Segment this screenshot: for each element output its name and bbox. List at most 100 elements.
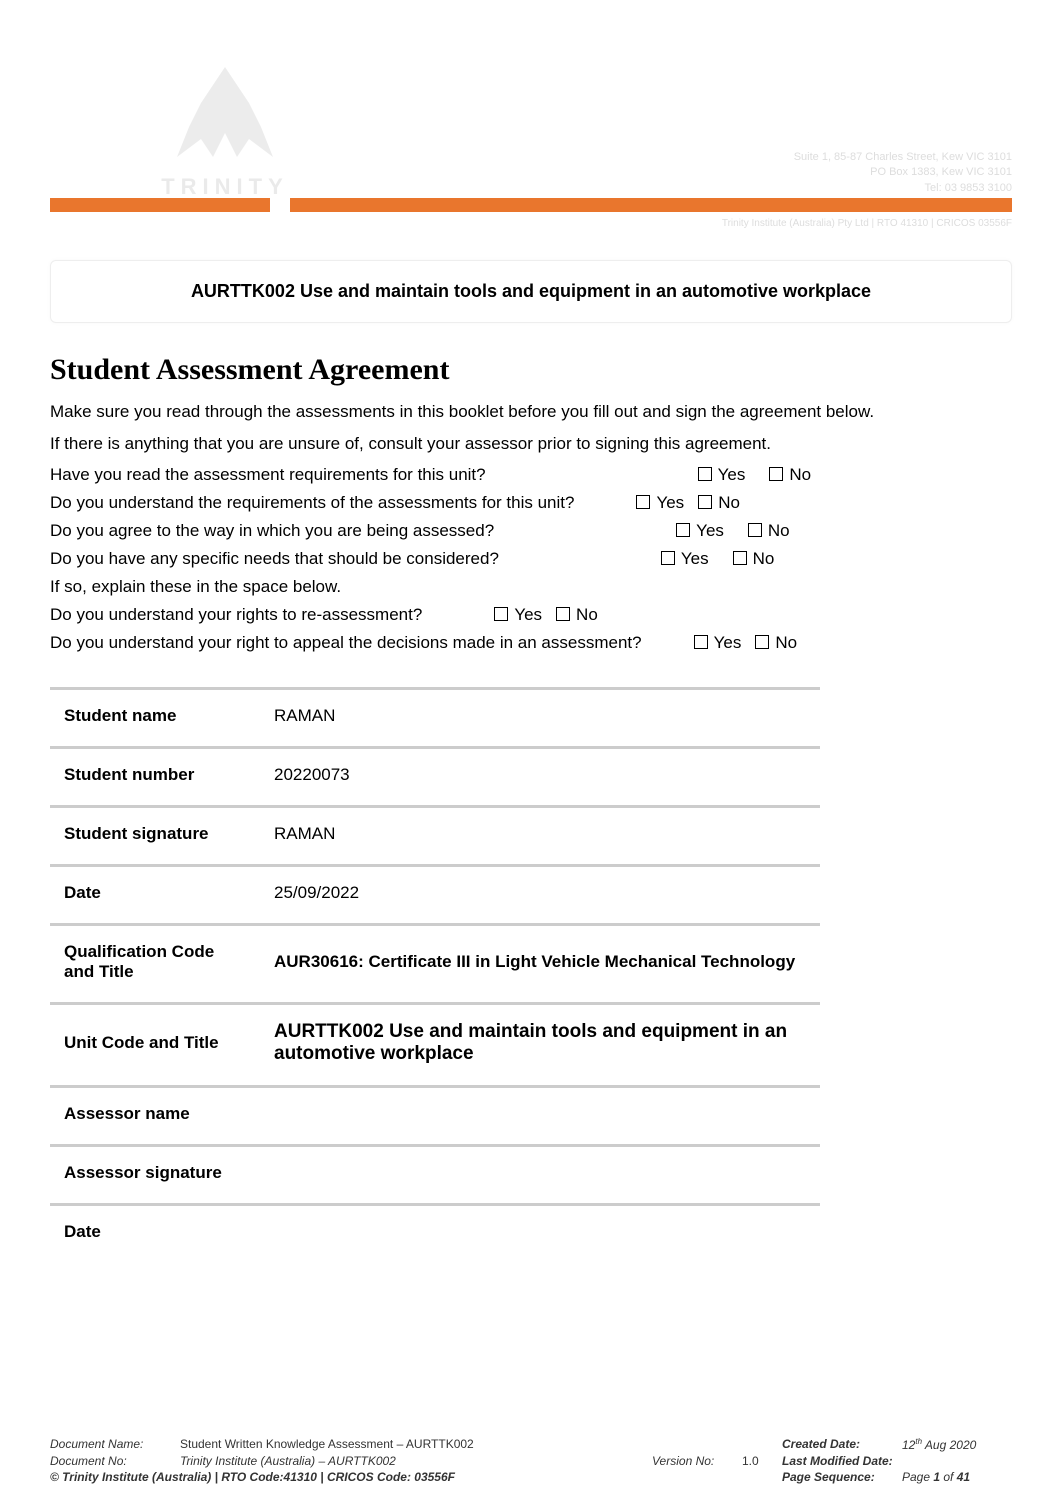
orange-bar-left bbox=[50, 198, 270, 212]
assessor-signature-label: Assessor signature bbox=[50, 1144, 260, 1199]
question-row-5: If so, explain these in the space below. bbox=[50, 577, 1012, 597]
date2-value[interactable] bbox=[260, 1203, 820, 1258]
unit-code-label: Unit Code and Title bbox=[50, 1002, 260, 1081]
checkbox-icon[interactable] bbox=[698, 467, 712, 481]
footer-row: Document Name: Student Written Knowledge… bbox=[50, 1437, 1012, 1452]
footer-row: Document No: Trinity Institute (Australi… bbox=[50, 1454, 1012, 1468]
yes-label: Yes bbox=[696, 521, 724, 541]
intro-line-2: If there is anything that you are unsure… bbox=[50, 433, 1012, 455]
table-row: Date bbox=[50, 1203, 820, 1258]
no-option[interactable]: No bbox=[755, 633, 797, 653]
created-date-label: Created Date: bbox=[782, 1437, 902, 1452]
table-row: Qualification Code and Title AUR30616: C… bbox=[50, 923, 820, 998]
checkbox-icon[interactable] bbox=[694, 635, 708, 649]
checkbox-icon[interactable] bbox=[661, 551, 675, 565]
question-text: If so, explain these in the space below. bbox=[50, 577, 341, 597]
address-line: PO Box 1383, Kew VIC 3101 bbox=[794, 165, 1012, 180]
assessor-signature-value[interactable] bbox=[260, 1144, 820, 1199]
yes-label: Yes bbox=[714, 633, 742, 653]
checkbox-icon[interactable] bbox=[748, 523, 762, 537]
yes-label: Yes bbox=[718, 465, 746, 485]
yes-option[interactable]: Yes bbox=[676, 521, 724, 541]
question-row-3: Do you agree to the way in which you are… bbox=[50, 521, 1012, 541]
question-row-1: Have you read the assessment requirement… bbox=[50, 465, 1012, 485]
checkbox-icon[interactable] bbox=[676, 523, 690, 537]
trinity-logo: TRINITY bbox=[150, 60, 300, 220]
checkbox-icon[interactable] bbox=[556, 607, 570, 621]
no-option[interactable]: No bbox=[698, 493, 740, 513]
section-heading: Student Assessment Agreement bbox=[50, 353, 1012, 387]
student-number-label: Student number bbox=[50, 746, 260, 801]
question-row-6: Do you understand your rights to re-asse… bbox=[50, 605, 1012, 625]
student-signature-value[interactable]: RAMAN bbox=[260, 805, 820, 860]
no-option[interactable]: No bbox=[769, 465, 811, 485]
address-line: Tel: 03 9853 3100 bbox=[794, 181, 1012, 196]
yes-option[interactable]: Yes bbox=[636, 493, 684, 513]
yes-label: Yes bbox=[656, 493, 684, 513]
date-value[interactable]: 25/09/2022 bbox=[260, 864, 820, 919]
assessor-name-value[interactable] bbox=[260, 1085, 820, 1140]
date2-label: Date bbox=[50, 1203, 260, 1258]
checkbox-icon[interactable] bbox=[733, 551, 747, 565]
qualification-value: AUR30616: Certificate III in Light Vehic… bbox=[260, 923, 820, 998]
yes-option[interactable]: Yes bbox=[494, 605, 542, 625]
table-row: Unit Code and Title AURTTK002 Use and ma… bbox=[50, 1002, 820, 1081]
document-header: TRINITY Suite 1, 85-87 Charles Street, K… bbox=[50, 40, 1012, 240]
doc-name-label: Document Name: bbox=[50, 1437, 180, 1452]
modified-date-value bbox=[902, 1454, 1012, 1468]
address-line: Suite 1, 85-87 Charles Street, Kew VIC 3… bbox=[794, 150, 1012, 165]
table-row: Assessor name bbox=[50, 1085, 820, 1140]
no-label: No bbox=[768, 521, 790, 541]
checkbox-icon[interactable] bbox=[755, 635, 769, 649]
yes-option[interactable]: Yes bbox=[694, 633, 742, 653]
table-row: Student signature RAMAN bbox=[50, 805, 820, 860]
student-name-value[interactable]: RAMAN bbox=[260, 687, 820, 742]
yes-label: Yes bbox=[681, 549, 709, 569]
version-value: 1.0 bbox=[742, 1454, 782, 1468]
no-label: No bbox=[753, 549, 775, 569]
table-row: Date 25/09/2022 bbox=[50, 864, 820, 919]
doc-no-label: Document No: bbox=[50, 1454, 180, 1468]
checkbox-icon[interactable] bbox=[769, 467, 783, 481]
modified-date-label: Last Modified Date: bbox=[782, 1454, 902, 1468]
question-text: Do you understand the requirements of th… bbox=[50, 493, 574, 513]
yes-option[interactable]: Yes bbox=[698, 465, 746, 485]
question-row-4: Do you have any specific needs that shou… bbox=[50, 549, 1012, 569]
qualification-label: Qualification Code and Title bbox=[50, 923, 260, 998]
student-signature-label: Student signature bbox=[50, 805, 260, 860]
header-address: Suite 1, 85-87 Charles Street, Kew VIC 3… bbox=[794, 150, 1012, 196]
no-option[interactable]: No bbox=[748, 521, 790, 541]
doc-name-value: Student Written Knowledge Assessment – A… bbox=[180, 1437, 652, 1452]
unit-code-value: AURTTK002 Use and maintain tools and equ… bbox=[260, 1002, 820, 1081]
question-text: Do you agree to the way in which you are… bbox=[50, 521, 494, 541]
document-footer: Document Name: Student Written Knowledge… bbox=[50, 1437, 1012, 1486]
table-row: Student number 20220073 bbox=[50, 746, 820, 801]
copyright-text: © Trinity Institute (Australia) | RTO Co… bbox=[50, 1470, 782, 1484]
no-label: No bbox=[576, 605, 598, 625]
doc-no-value: Trinity Institute (Australia) – AURTTK00… bbox=[180, 1454, 652, 1468]
created-date-value: 12th Aug 2020 bbox=[902, 1437, 1012, 1452]
assessor-name-label: Assessor name bbox=[50, 1085, 260, 1140]
yes-label: Yes bbox=[514, 605, 542, 625]
page-sequence-value: Page 1 of 41 bbox=[902, 1470, 1012, 1484]
question-row-7: Do you understand your right to appeal t… bbox=[50, 633, 1012, 653]
question-text: Do you understand your right to appeal t… bbox=[50, 633, 642, 653]
checkbox-icon[interactable] bbox=[636, 495, 650, 509]
checkbox-icon[interactable] bbox=[494, 607, 508, 621]
agreement-table: Student name RAMAN Student number 202200… bbox=[50, 683, 820, 1262]
student-number-value[interactable]: 20220073 bbox=[260, 746, 820, 801]
page-sequence-label: Page Sequence: bbox=[782, 1470, 902, 1484]
no-option[interactable]: No bbox=[556, 605, 598, 625]
no-option[interactable]: No bbox=[733, 549, 775, 569]
eagle-icon bbox=[165, 60, 285, 170]
date-label: Date bbox=[50, 864, 260, 919]
question-text: Do you have any specific needs that shou… bbox=[50, 549, 499, 569]
table-row: Student name RAMAN bbox=[50, 687, 820, 742]
table-row: Assessor signature bbox=[50, 1144, 820, 1199]
student-name-label: Student name bbox=[50, 687, 260, 742]
unit-title-box: AURTTK002 Use and maintain tools and equ… bbox=[50, 260, 1012, 323]
checkbox-icon[interactable] bbox=[698, 495, 712, 509]
yes-option[interactable]: Yes bbox=[661, 549, 709, 569]
footer-row: © Trinity Institute (Australia) | RTO Co… bbox=[50, 1470, 1012, 1484]
header-divider-bars bbox=[50, 198, 1012, 212]
